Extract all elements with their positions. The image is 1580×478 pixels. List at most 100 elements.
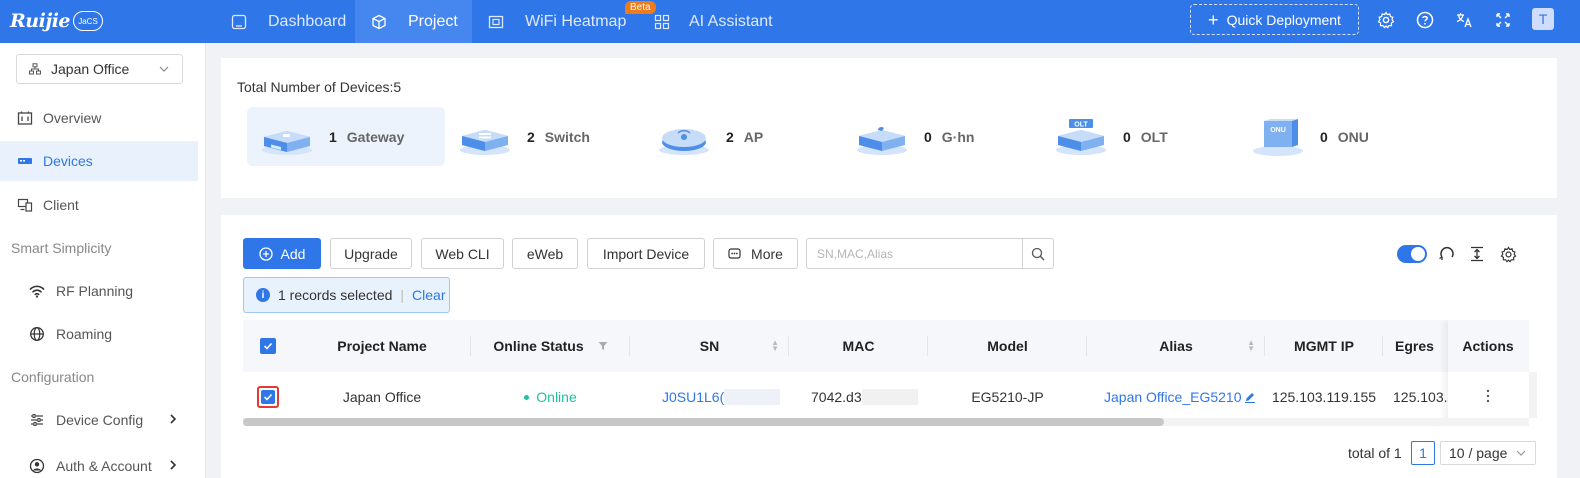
vertical-scrollbar[interactable] [1529,372,1537,418]
device-type-ghn[interactable]: 0 G·hn [856,107,1026,166]
redacted-block [861,389,918,405]
cloud-badge: JaCS [73,11,104,31]
col-alias[interactable]: Alias ▲ ▼ [1087,320,1265,372]
col-mac: MAC [789,320,928,372]
sort-icon: ▲ ▼ [1247,338,1255,353]
top-bar: Ruijie JaCS Dashboard Project WiFi Heatm… [0,0,1580,43]
nav-project[interactable]: Project [355,0,472,43]
search-button[interactable] [1022,239,1053,268]
search-box [806,238,1054,269]
table-header: Project Name Online Status SN ▲ ▼ MAC Mod… [243,320,1529,372]
sitemap-icon [29,63,41,75]
nav-wifi-heatmap[interactable]: WiFi Heatmap [487,0,627,43]
cell-sn: J0SU1L6( [630,372,789,420]
eweb-button[interactable]: eWeb [512,238,578,269]
gateway-label: Gateway [346,128,405,145]
sidebar-item-devices[interactable]: Devices [0,141,198,181]
refresh-icon[interactable] [1437,244,1457,264]
sidebar-item-label: Auth & Account [56,458,152,474]
alias-link[interactable]: Japan Office_EG5210 [1104,389,1242,405]
select-all-checkbox[interactable] [260,338,276,354]
column-height-icon[interactable] [1467,244,1487,264]
language-icon[interactable] [1454,10,1474,30]
cell-model: EG5210-JP [971,389,1044,405]
filter-icon[interactable] [598,338,608,354]
devices-icon [16,152,34,170]
device-type-gateway[interactable]: 1 Gateway [247,107,445,166]
globe-icon [28,325,46,343]
nav-dashboard[interactable]: Dashboard [226,0,355,43]
svg-text:OLT: OLT [1074,121,1088,128]
page-number-button[interactable]: 1 [1411,441,1435,465]
scrollbar-thumb[interactable] [243,418,1164,426]
user-avatar[interactable]: T [1532,8,1554,30]
upgrade-button[interactable]: Upgrade [330,238,412,269]
actions-column: Actions [1448,320,1528,420]
table-row[interactable]: Japan Office Online J0SU1L6( 7042.d3 EG5… [243,372,1529,420]
ap-label: AP [743,128,764,145]
search-input[interactable] [807,239,1023,268]
device-type-onu[interactable]: ONU 0 ONU [1252,107,1422,166]
device-type-olt[interactable]: OLT 0 OLT [1055,107,1225,166]
overview-icon [16,109,34,127]
project-select[interactable]: Japan Office [16,54,183,84]
quick-deployment-button[interactable]: + Quick Deployment [1190,4,1359,35]
ghn-label: G·hn [941,128,975,145]
select-all-cell [243,320,293,372]
view-toggle-switch[interactable] [1397,245,1427,263]
sidebar-item-label: Overview [43,110,102,126]
gateway-count: 1 [329,128,337,145]
sidebar-item-overview[interactable]: Overview [0,98,198,138]
sidebar: Japan Office Overview Devices Client Sma… [0,43,206,478]
col-mgmt-ip: MGMT IP [1265,320,1383,372]
sn-link[interactable]: J0SU1L6( [662,389,724,405]
sidebar-item-roaming[interactable]: Roaming [0,314,198,354]
switch-label: Switch [544,128,590,145]
help-icon[interactable] [1415,10,1435,30]
row-checkbox[interactable] [261,390,275,404]
sidebar-item-device-config[interactable]: Device Config [0,400,198,440]
cell-project-name: Japan Office [342,389,422,405]
device-type-switch[interactable]: 2 Switch [459,107,639,166]
ruijie-logo[interactable]: Ruijie JaCS [10,6,104,36]
fullscreen-icon[interactable] [1493,10,1513,30]
sidebar-item-rf-planning[interactable]: RF Planning [0,271,198,311]
table-settings-icon[interactable] [1498,244,1518,264]
sidebar-group-configuration: Configuration [11,369,95,385]
wifi-icon [28,282,46,300]
devices-table: Project Name Online Status SN ▲ ▼ MAC Mod… [243,320,1529,420]
col-sn[interactable]: SN ▲ ▼ [630,320,789,372]
cube-icon [370,13,388,31]
user-circle-icon [28,457,46,475]
more-vertical-icon[interactable] [1486,389,1490,406]
switch-count: 2 [527,128,535,145]
sliders-icon [28,411,46,429]
nav-project-label: Project [408,12,458,30]
total-devices-title: Total Number of Devices:5 [237,79,402,95]
logo-text: Ruijie [10,10,71,32]
nav-ai-assistant[interactable]: AI Assistant [653,0,783,43]
svg-text:ONU: ONU [1270,127,1286,134]
chevron-right-icon [168,458,178,474]
project-select-value: Japan Office [51,61,130,77]
edit-icon[interactable] [1244,391,1256,403]
olt-label: OLT [1140,128,1168,145]
import-device-button[interactable]: Import Device [587,238,705,269]
page-size-select[interactable]: 10 / page [1440,441,1536,465]
clear-selection-link[interactable]: Clear [412,287,445,303]
sidebar-item-auth-account[interactable]: Auth & Account [0,446,198,478]
more-button[interactable]: More [713,238,798,269]
add-button[interactable]: Add [243,238,321,269]
settings-icon[interactable] [1376,10,1396,30]
sidebar-item-label: RF Planning [56,283,134,299]
sidebar-item-label: Client [43,197,79,213]
horizontal-scrollbar[interactable] [243,418,1529,426]
client-icon [16,196,34,214]
sidebar-item-label: Device Config [56,412,144,428]
web-cli-button[interactable]: Web CLI [421,238,504,269]
sidebar-item-client[interactable]: Client [0,185,198,225]
status-text: Online [536,389,577,405]
onu-label: ONU [1337,128,1369,145]
gateway-device-icon [262,130,312,155]
device-type-ap[interactable]: 2 AP [658,107,828,166]
